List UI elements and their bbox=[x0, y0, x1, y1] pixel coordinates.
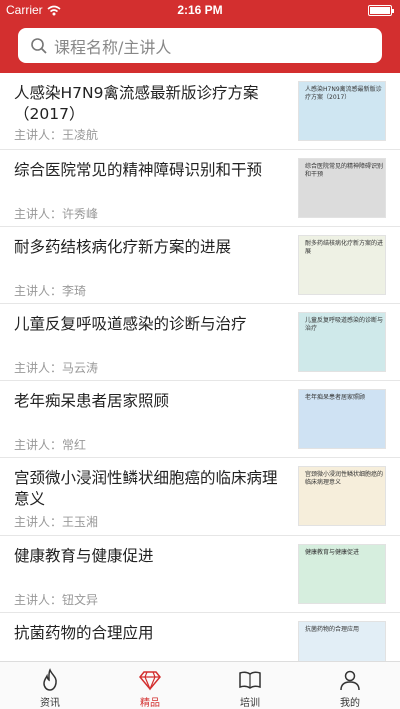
course-lecturer: 主讲人：钮文异 bbox=[14, 593, 99, 607]
thumbnail-title: 健康教育与健康促进 bbox=[305, 549, 360, 556]
course-lecturer: 主讲人：王玉湘 bbox=[14, 515, 99, 529]
course-item[interactable]: 健康教育与健康促进 主讲人：钮文异 健康教育与健康促进 bbox=[0, 536, 400, 613]
status-bar: Carrier 2:16 PM bbox=[0, 0, 400, 20]
course-lecturer: 主讲人：常红 bbox=[14, 438, 87, 452]
course-item[interactable]: 宫颈微小浸润性鳞状细胞癌的临床病理意义 主讲人：王玉湘 宫颈微小浸润性鳞状细胞癌… bbox=[0, 458, 400, 536]
course-list[interactable]: 人感染H7N9禽流感最新版诊疗方案（2017） 主讲人：王凌航 人感染H7N9禽… bbox=[0, 73, 400, 661]
course-item[interactable]: 耐多药结核病化疗新方案的进展 主讲人：李琦 耐多药结核病化疗新方案的进展 bbox=[0, 227, 400, 304]
course-title: 宫颈微小浸润性鳞状细胞癌的临床病理意义 bbox=[14, 469, 278, 508]
course-title: 综合医院常见的精神障碍识别和干预 bbox=[14, 161, 263, 179]
course-item[interactable]: 综合医院常见的精神障碍识别和干预 主讲人：许秀峰 综合医院常见的精神障碍识别和干… bbox=[0, 150, 400, 227]
flame-icon bbox=[43, 668, 57, 691]
course-thumbnail: 抗菌药物的合理应用 bbox=[298, 621, 386, 661]
course-title: 耐多药结核病化疗新方案的进展 bbox=[14, 238, 232, 256]
tab-bar: 资讯 精品 培训 我的 bbox=[0, 661, 400, 709]
course-title: 老年痴呆患者居家照顾 bbox=[14, 392, 170, 410]
tab-label: 我的 bbox=[340, 698, 360, 709]
course-thumbnail: 耐多药结核病化疗新方案的进展 bbox=[298, 235, 386, 295]
course-lecturer: 主讲人：许秀峰 bbox=[14, 207, 99, 221]
book-icon bbox=[239, 671, 261, 689]
tab-label: 培训 bbox=[240, 698, 260, 709]
battery-icon bbox=[368, 5, 394, 16]
thumbnail-title: 耐多药结核病化疗新方案的进展 bbox=[305, 240, 384, 255]
course-lecturer: 主讲人：李琦 bbox=[14, 284, 87, 298]
thumbnail-title: 宫颈微小浸润性鳞状细胞癌的临床病理意义 bbox=[305, 471, 384, 486]
course-title: 抗菌药物的合理应用 bbox=[14, 624, 154, 642]
course-title: 儿童反复呼吸道感染的诊断与治疗 bbox=[14, 315, 247, 333]
course-item[interactable]: 儿童反复呼吸道感染的诊断与治疗 主讲人：马云涛 儿童反复呼吸道感染的诊断与治疗 bbox=[0, 304, 400, 381]
course-item[interactable]: 抗菌药物的合理应用 抗菌药物的合理应用 bbox=[0, 613, 400, 661]
tab-news[interactable]: 资讯 bbox=[0, 662, 100, 709]
course-thumbnail: 综合医院常见的精神障碍识别和干预 bbox=[298, 158, 386, 218]
tab-training[interactable]: 培训 bbox=[200, 662, 300, 709]
course-thumbnail: 人感染H7N9禽流感最新版诊疗方案（2017） bbox=[298, 81, 386, 141]
clock: 2:16 PM bbox=[177, 3, 223, 17]
thumbnail-title: 人感染H7N9禽流感最新版诊疗方案（2017） bbox=[305, 86, 382, 101]
course-item[interactable]: 老年痴呆患者居家照顾 主讲人：常红 老年痴呆患者居家照顾 bbox=[0, 381, 400, 458]
thumbnail-title: 综合医院常见的精神障碍识别和干预 bbox=[305, 163, 384, 178]
diamond-icon bbox=[139, 671, 161, 691]
tab-label: 精品 bbox=[140, 698, 160, 709]
tab-featured[interactable]: 精品 bbox=[100, 662, 200, 709]
thumbnail-title: 抗菌药物的合理应用 bbox=[305, 626, 360, 633]
tab-label: 资讯 bbox=[40, 698, 60, 709]
thumbnail-title: 儿童反复呼吸道感染的诊断与治疗 bbox=[305, 317, 384, 332]
thumbnail-title: 老年痴呆患者居家照顾 bbox=[305, 394, 366, 401]
course-thumbnail: 儿童反复呼吸道感染的诊断与治疗 bbox=[298, 312, 386, 372]
course-title: 健康教育与健康促进 bbox=[14, 547, 154, 565]
search-placeholder: 课程名称/主讲人 bbox=[54, 37, 172, 57]
course-title: 人感染H7N9禽流感最新版诊疗方案（2017） bbox=[14, 84, 259, 123]
course-item[interactable]: 人感染H7N9禽流感最新版诊疗方案（2017） 主讲人：王凌航 人感染H7N9禽… bbox=[0, 73, 400, 150]
course-thumbnail: 老年痴呆患者居家照顾 bbox=[298, 389, 386, 449]
search-input[interactable]: 课程名称/主讲人 bbox=[18, 28, 382, 63]
course-thumbnail: 健康教育与健康促进 bbox=[298, 544, 386, 604]
search-icon bbox=[31, 37, 47, 54]
tab-mine[interactable]: 我的 bbox=[300, 662, 400, 709]
header-bar: Carrier 2:16 PM 课程名称/主讲人 bbox=[0, 0, 400, 73]
course-lecturer: 主讲人：王凌航 bbox=[14, 128, 99, 142]
course-lecturer: 主讲人：马云涛 bbox=[14, 361, 99, 375]
person-icon bbox=[340, 670, 360, 691]
course-thumbnail: 宫颈微小浸润性鳞状细胞癌的临床病理意义 bbox=[298, 466, 386, 526]
